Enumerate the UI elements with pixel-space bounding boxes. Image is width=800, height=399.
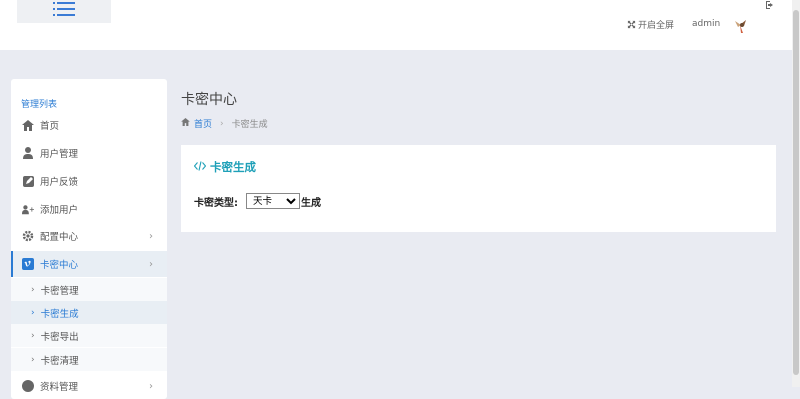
- menu-toggle-button[interactable]: [17, 0, 111, 23]
- card-type-select[interactable]: 天卡: [246, 193, 300, 209]
- sidebar-subitem-card-clean[interactable]: › 卡密清理: [11, 348, 167, 371]
- sidebar-subitem-label: 卡密清理: [40, 355, 79, 367]
- sidebar-item-label: 用户反馈: [40, 177, 79, 188]
- avatar[interactable]: [732, 17, 750, 35]
- sidebar-subitem-card-generate[interactable]: › 卡密生成: [11, 301, 167, 324]
- active-indicator: [11, 251, 13, 277]
- gear-icon: [22, 230, 34, 242]
- sidebar-item-data-management[interactable]: 资料管理 ›: [11, 373, 167, 399]
- sidebar: 管理列表 首页 用户管理 用户反馈 添加用户 配置中心 › 卡密中心 › › 卡…: [11, 79, 167, 399]
- chevron-right-icon: ›: [31, 330, 35, 341]
- sidebar-item-user-management[interactable]: 用户管理: [11, 140, 167, 166]
- sidebar-title: 管理列表: [21, 100, 58, 110]
- page-title: 卡密中心: [181, 92, 237, 108]
- card-generate-panel: 卡密生成 卡密类型: 天卡 生成: [181, 145, 776, 232]
- sidebar-subitem-card-export[interactable]: › 卡密导出: [11, 324, 167, 347]
- card-title-text: 卡密生成: [210, 160, 256, 174]
- sidebar-item-label: 资料管理: [40, 382, 79, 393]
- chevron-right-icon: ›: [149, 258, 153, 270]
- sidebar-subitem-label: 卡密生成: [40, 308, 79, 320]
- sidebar-item-label: 添加用户: [40, 205, 79, 216]
- sidebar-item-feedback[interactable]: 用户反馈: [11, 168, 167, 194]
- sidebar-item-label: 用户管理: [40, 149, 79, 160]
- card-title: 卡密生成: [193, 159, 256, 175]
- scrollbar[interactable]: [792, 0, 800, 387]
- home-icon: [22, 119, 34, 131]
- sidebar-item-card-center[interactable]: 卡密中心 ›: [11, 251, 167, 277]
- sidebar-item-config[interactable]: 配置中心 ›: [11, 223, 167, 249]
- list-icon: [53, 1, 75, 17]
- scrollbar-thumb[interactable]: [793, 10, 799, 375]
- chevron-right-icon: ›: [31, 284, 35, 295]
- sidebar-subitem-label: 卡密管理: [40, 285, 79, 297]
- chevron-right-icon: ›: [149, 230, 153, 242]
- user-icon: [22, 147, 34, 159]
- code-icon: [193, 160, 207, 174]
- sidebar-item-label: 配置中心: [40, 232, 79, 243]
- logout-icon[interactable]: [765, 0, 775, 10]
- chevron-right-icon: ›: [31, 354, 35, 365]
- top-bar: 开启全屏 admin: [0, 0, 800, 50]
- sidebar-item-label: 首页: [40, 121, 60, 132]
- user-plus-icon: [22, 203, 34, 215]
- card-type-form-row: 卡密类型: 天卡 生成: [194, 193, 321, 209]
- edit-icon: [22, 175, 34, 187]
- fullscreen-button[interactable]: 开启全屏: [627, 18, 674, 31]
- chevron-right-icon: ›: [31, 307, 35, 318]
- fullscreen-label: 开启全屏: [638, 21, 675, 31]
- sidebar-item-add-user[interactable]: 添加用户: [11, 196, 167, 222]
- chevron-right-icon: ›: [149, 380, 153, 392]
- expand-icon: [627, 20, 636, 29]
- home-icon: [181, 118, 190, 129]
- book-icon: [22, 380, 34, 392]
- sidebar-subitem-card-manage[interactable]: › 卡密管理: [11, 278, 167, 301]
- breadcrumb-separator: ›: [220, 118, 224, 129]
- sidebar-subitem-label: 卡密导出: [40, 331, 79, 343]
- user-name[interactable]: admin: [692, 19, 720, 29]
- vimeo-square-icon: [22, 258, 34, 270]
- breadcrumb-current: 卡密生成: [231, 120, 268, 130]
- generate-button[interactable]: 生成: [301, 194, 321, 209]
- breadcrumb: 首页 › 卡密生成: [181, 117, 268, 130]
- breadcrumb-home-link[interactable]: 首页: [194, 117, 212, 130]
- card-type-label: 卡密类型:: [194, 197, 238, 209]
- sidebar-item-home[interactable]: 首页: [11, 112, 167, 138]
- sidebar-item-label: 卡密中心: [40, 260, 79, 271]
